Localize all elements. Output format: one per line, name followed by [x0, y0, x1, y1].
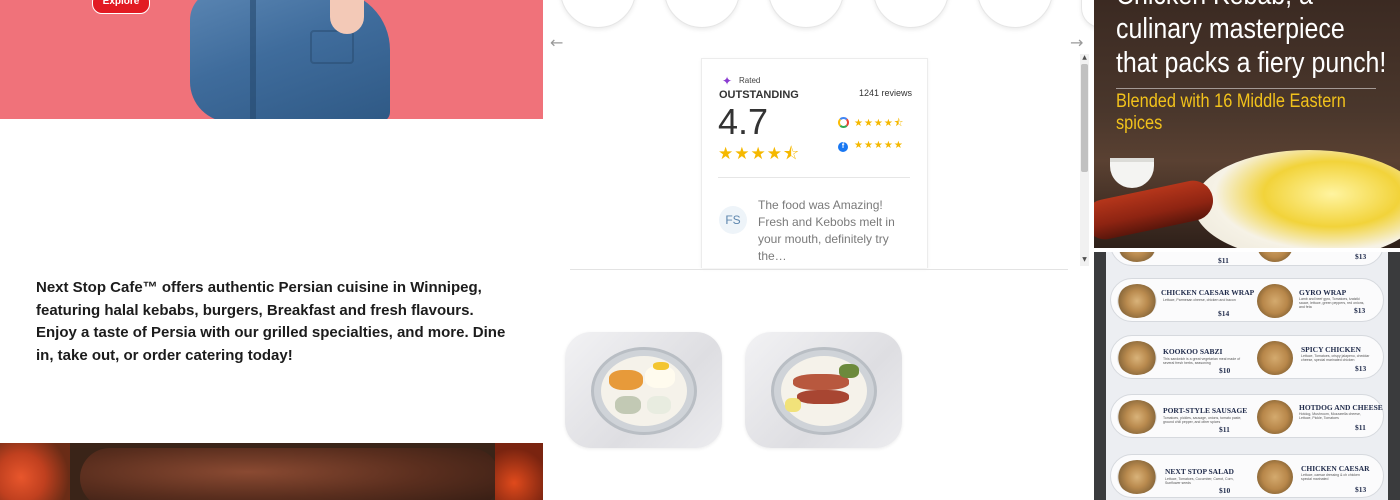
grill-fire-photo [495, 443, 543, 500]
saffron-rice-photo [653, 362, 669, 370]
carousel-circle[interactable] [664, 0, 740, 28]
menu-item-desc: Tomatoes, pickles, sausage, onions, toma… [1163, 416, 1242, 424]
kebab-photo [609, 370, 643, 390]
menu-row: $11 $13 [1110, 252, 1384, 266]
caesar-photo [1257, 460, 1293, 494]
menu-item-desc: Lettuce, Parmesan cheese, chicken and ba… [1163, 298, 1236, 302]
menu-row: PORT-STYLE SAUSAGE Tomatoes, pickles, sa… [1110, 394, 1384, 438]
rating-score: 4.7 [718, 101, 769, 142]
google-stars: ★★★★⯪ [854, 118, 905, 129]
menu-price: $11 [1218, 256, 1229, 265]
side-photo [647, 396, 671, 414]
rice-photo [1194, 150, 1400, 248]
carousel-circle[interactable] [560, 0, 636, 28]
menu-item-desc: Hotdog, Mushroom, Mozzarella cheese, Let… [1299, 412, 1361, 420]
scrollbar-thumb[interactable] [1081, 64, 1088, 172]
menu-item-name: HOTDOG AND CHEESE [1299, 403, 1383, 412]
menu-price: $10 [1219, 366, 1231, 375]
facebook-icon: f [838, 142, 848, 152]
hero-banner-image: Explore [0, 0, 543, 119]
wrap-photo [1117, 284, 1157, 318]
menu-price: $13 [1355, 364, 1367, 373]
plate-food [781, 356, 867, 426]
menu-item-desc: This sandwich is a great vegetarian meal… [1163, 357, 1241, 365]
wrap-photo [1257, 284, 1293, 318]
carousel-circle[interactable] [873, 0, 949, 28]
wrap-photo [1117, 252, 1157, 262]
menu-price: $14 [1218, 309, 1230, 318]
menu-board-panel: $11 $13 CHICKEN CAESAR WRAP Lettuce, Par… [1106, 252, 1388, 500]
google-icon [838, 117, 849, 128]
reviewer-avatar: FS [719, 206, 747, 234]
menu-item-name: CHICKEN CAESAR WRAP [1161, 288, 1255, 297]
page: Explore Next Stop Cafe™ offers authentic… [0, 0, 1400, 500]
menu-row: CHICKEN CAESAR WRAP Lettuce, Parmesan ch… [1110, 278, 1384, 322]
menu-row: KOOKOO SABZI This sandwich is a great ve… [1110, 335, 1384, 379]
rated-label: Rated [739, 76, 761, 85]
hand-photo [330, 0, 364, 34]
koobideh-photo [797, 390, 849, 404]
menu-price: $13 [1355, 252, 1367, 261]
promo-headline: Chicken Kebab, a culinary masterpiece th… [1116, 0, 1387, 79]
promo-banner: Chicken Kebab, a culinary masterpiece th… [1094, 0, 1400, 248]
carousel-circle[interactable] [768, 0, 844, 28]
menu-item-desc: Lettuce, Tomatoes, crispy jalapeno, ched… [1301, 354, 1370, 362]
salad-photo [615, 396, 641, 414]
menu-item-name: KOOKOO SABZI [1163, 347, 1223, 356]
yogurt-bowl-photo [1110, 158, 1154, 188]
review-count[interactable]: 1241 reviews [859, 88, 912, 98]
menu-item-name: GYRO WRAP [1299, 288, 1347, 297]
arrow-right-icon[interactable]: → [1070, 33, 1083, 52]
facebook-stars: ★★★★★ [854, 140, 904, 151]
about-description: Next Stop Cafe™ offers authentic Persian… [36, 279, 506, 365]
sandwich-photo [1257, 341, 1293, 375]
sandwich-photo [1117, 400, 1157, 434]
dish-card[interactable] [745, 332, 902, 448]
menu-item-name: SPICY CHICKEN [1301, 345, 1361, 354]
menu-price: $13 [1354, 306, 1366, 315]
herbs-photo [839, 364, 859, 378]
menu-item-name: PORT-STYLE SAUSAGE [1163, 406, 1248, 415]
overall-stars: ★★★★⯪ [718, 144, 801, 164]
menu-price: $13 [1355, 485, 1367, 494]
scroll-up-icon[interactable]: ▲ [1081, 54, 1088, 62]
review-widget: ✦ Rated OUTSTANDING 1241 reviews 4.7 ★★★… [701, 58, 928, 268]
menu-price: $11 [1355, 423, 1366, 432]
carousel-circle[interactable] [977, 0, 1053, 28]
menu-item-name: CHICKEN CAESAR [1301, 464, 1370, 473]
menu-item-desc: Lettuce, caesar dressing & ch chicken sp… [1301, 473, 1360, 481]
sandwich-photo [1117, 341, 1157, 375]
divider [718, 177, 910, 178]
section-divider [570, 269, 1068, 270]
menu-item-desc: Lettuce, Tomatoes, Cucumber, Carrot, Cor… [1165, 477, 1234, 485]
salad-photo [1117, 460, 1157, 494]
hotdog-photo [1257, 400, 1293, 434]
menu-price: $10 [1219, 486, 1231, 495]
menu-row: NEXT STOP SALAD Lettuce, Tomatoes, Cucum… [1110, 454, 1384, 498]
scroll-down-icon[interactable]: ▼ [1081, 256, 1088, 264]
ribbon-icon: ✦ [722, 74, 733, 88]
menu-item-name: NEXT STOP SALAD [1165, 467, 1234, 476]
menu-board-image: $11 $13 CHICKEN CAESAR WRAP Lettuce, Par… [1094, 252, 1400, 500]
plate-food [601, 356, 687, 426]
explore-button[interactable]: Explore [92, 0, 150, 14]
menu-price: $11 [1219, 425, 1230, 434]
rating-word: OUTSTANDING [719, 89, 799, 101]
lemon-photo [785, 398, 801, 412]
grilled-meat-photo [80, 448, 500, 500]
arrow-left-icon[interactable]: ← [550, 33, 563, 52]
promo-divider [1116, 88, 1376, 89]
review-text[interactable]: The food was Amazing! Fresh and Kebobs m… [758, 197, 916, 265]
promo-subheadline: Blended with 16 Middle Eastern spices [1116, 91, 1346, 134]
grilled-kebab-image [0, 443, 543, 500]
chicken-kebab-photo [1094, 176, 1217, 244]
dish-card[interactable] [565, 332, 722, 448]
wrap-photo [1257, 252, 1293, 262]
tomato-photo [0, 443, 70, 500]
